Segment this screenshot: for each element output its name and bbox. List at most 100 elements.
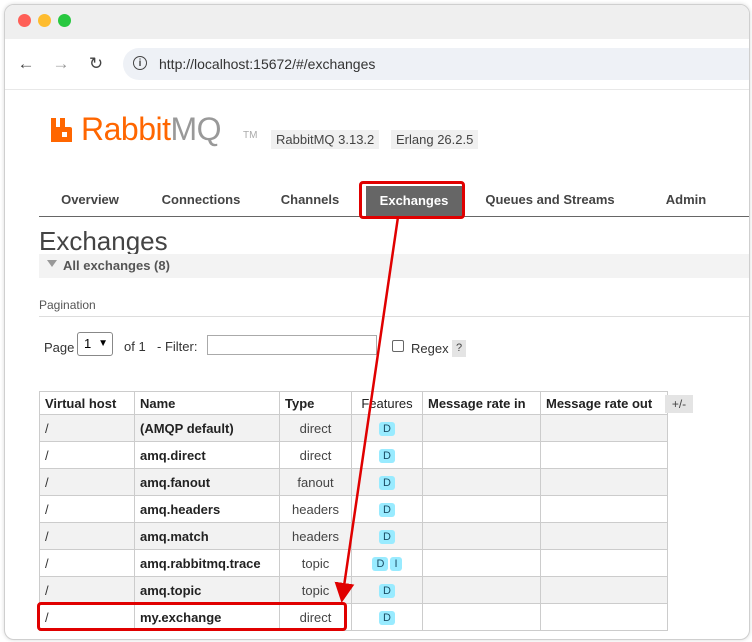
- rate-out-cell: [540, 603, 668, 631]
- tab-admin[interactable]: Admin: [651, 184, 721, 216]
- vhost-cell: /: [39, 549, 135, 577]
- table-header-row: Virtual host Name Type Features Message …: [39, 391, 668, 415]
- minimize-window-button[interactable]: [38, 14, 51, 27]
- tab-queues-and-streams[interactable]: Queues and Streams: [475, 184, 625, 216]
- regex-label: Regex: [411, 341, 449, 356]
- maximize-window-button[interactable]: [58, 14, 71, 27]
- page-select[interactable]: 1 ▼: [77, 332, 113, 356]
- logo-trademark: TM: [243, 130, 258, 141]
- table-row[interactable]: / amq.match headers D: [39, 522, 668, 550]
- regex-checkbox[interactable]: [392, 340, 404, 352]
- rate-out-cell: [540, 549, 668, 577]
- exchange-type-cell: headers: [279, 522, 352, 550]
- features-cell: D: [351, 414, 423, 442]
- exchange-name-link[interactable]: amq.match: [134, 522, 280, 550]
- exchange-type-cell: direct: [279, 441, 352, 469]
- features-cell: D: [351, 468, 423, 496]
- logo-wordmark: RabbitMQ: [81, 111, 222, 147]
- vhost-cell: /: [39, 468, 135, 496]
- columns-toggle-button[interactable]: +/-: [665, 395, 693, 413]
- rate-out-cell: [540, 414, 668, 442]
- rate-in-cell: [422, 468, 541, 496]
- rate-in-cell: [422, 522, 541, 550]
- table-row[interactable]: / amq.topic topic D: [39, 576, 668, 604]
- exchange-type-cell: topic: [279, 576, 352, 604]
- site-info-icon[interactable]: i: [133, 56, 147, 70]
- rate-in-cell: [422, 495, 541, 523]
- tab-connections[interactable]: Connections: [147, 184, 255, 216]
- durable-badge: D: [379, 476, 395, 490]
- durable-badge: D: [372, 557, 389, 571]
- table-row[interactable]: / amq.headers headers D: [39, 495, 668, 523]
- close-window-button[interactable]: [18, 14, 31, 27]
- rate-in-cell: [422, 414, 541, 442]
- rate-in-cell: [422, 441, 541, 469]
- vhost-cell: /: [39, 441, 135, 469]
- vhost-cell: /: [39, 576, 135, 604]
- features-cell: DI: [351, 549, 423, 577]
- rabbitmq-version-badge: RabbitMQ 3.13.2: [271, 130, 380, 149]
- features-cell: D: [351, 603, 423, 631]
- features-cell: D: [351, 522, 423, 550]
- durable-badge: D: [379, 449, 395, 463]
- durable-badge: D: [379, 503, 395, 517]
- address-bar[interactable]: i http://localhost:15672/#/exchanges: [123, 48, 749, 80]
- rabbitmq-logo-icon: [51, 118, 72, 142]
- exchange-name-link[interactable]: amq.direct: [134, 441, 280, 469]
- page-content: RabbitMQ TM RabbitMQ 3.13.2 Erlang 26.2.…: [5, 90, 749, 639]
- column-name[interactable]: Name: [134, 391, 280, 415]
- erlang-version-badge: Erlang 26.2.5: [391, 130, 479, 149]
- browser-toolbar: ← → ↻ i http://localhost:15672/#/exchang…: [5, 39, 749, 90]
- section-label: All exchanges (8): [63, 258, 170, 273]
- exchange-name-link[interactable]: amq.rabbitmq.trace: [134, 549, 280, 577]
- exchange-name-link[interactable]: amq.headers: [134, 495, 280, 523]
- column-message-rate-out: Message rate out: [540, 391, 668, 415]
- forward-arrow-icon[interactable]: →: [52, 55, 70, 73]
- rate-out-cell: [540, 468, 668, 496]
- page-label: Page: [44, 340, 75, 355]
- rate-in-cell: [422, 549, 541, 577]
- rate-out-cell: [540, 441, 668, 469]
- browser-window: ← → ↻ i http://localhost:15672/#/exchang…: [4, 4, 750, 640]
- exchange-type-cell: fanout: [279, 468, 352, 496]
- page-select-value: 1: [84, 336, 92, 351]
- tab-overview[interactable]: Overview: [47, 184, 133, 216]
- regex-help-button[interactable]: ?: [452, 340, 466, 357]
- title-bar: [5, 5, 749, 39]
- page-count-label: of 1: [124, 339, 146, 354]
- column-features: Features: [351, 391, 423, 415]
- exchange-name-link[interactable]: amq.fanout: [134, 468, 280, 496]
- rate-out-cell: [540, 576, 668, 604]
- pagination-heading: Pagination: [39, 298, 96, 312]
- table-row[interactable]: / amq.rabbitmq.trace topic DI: [39, 549, 668, 577]
- column-virtual-host[interactable]: Virtual host: [39, 391, 135, 415]
- tab-channels[interactable]: Channels: [265, 184, 355, 216]
- url-text[interactable]: http://localhost:15672/#/exchanges: [159, 56, 375, 72]
- page-title: Exchanges: [39, 226, 168, 256]
- exchange-type-cell: headers: [279, 495, 352, 523]
- internal-badge: I: [390, 557, 402, 571]
- rate-out-cell: [540, 495, 668, 523]
- all-exchanges-section-toggle[interactable]: All exchanges (8): [39, 254, 749, 278]
- chevron-down-icon: ▼: [98, 338, 108, 349]
- filter-input[interactable]: [207, 335, 377, 355]
- rate-in-cell: [422, 603, 541, 631]
- features-cell: D: [351, 495, 423, 523]
- features-cell: D: [351, 576, 423, 604]
- features-cell: D: [351, 441, 423, 469]
- back-arrow-icon[interactable]: ←: [17, 55, 35, 73]
- table-row[interactable]: / (AMQP default) direct D: [39, 414, 668, 442]
- durable-badge: D: [379, 611, 395, 625]
- filter-label: - Filter:: [157, 339, 198, 354]
- reload-icon[interactable]: ↻: [87, 55, 105, 73]
- new-exchange-row-highlight: [37, 602, 347, 631]
- exchange-name-link[interactable]: amq.topic: [134, 576, 280, 604]
- vhost-cell: /: [39, 522, 135, 550]
- exchange-type-cell: topic: [279, 549, 352, 577]
- exchange-type-cell: direct: [279, 414, 352, 442]
- table-row[interactable]: / amq.direct direct D: [39, 441, 668, 469]
- table-row[interactable]: / amq.fanout fanout D: [39, 468, 668, 496]
- exchanges-table: Virtual host Name Type Features Message …: [39, 391, 668, 631]
- exchange-name-link[interactable]: (AMQP default): [134, 414, 280, 442]
- column-type[interactable]: Type: [279, 391, 352, 415]
